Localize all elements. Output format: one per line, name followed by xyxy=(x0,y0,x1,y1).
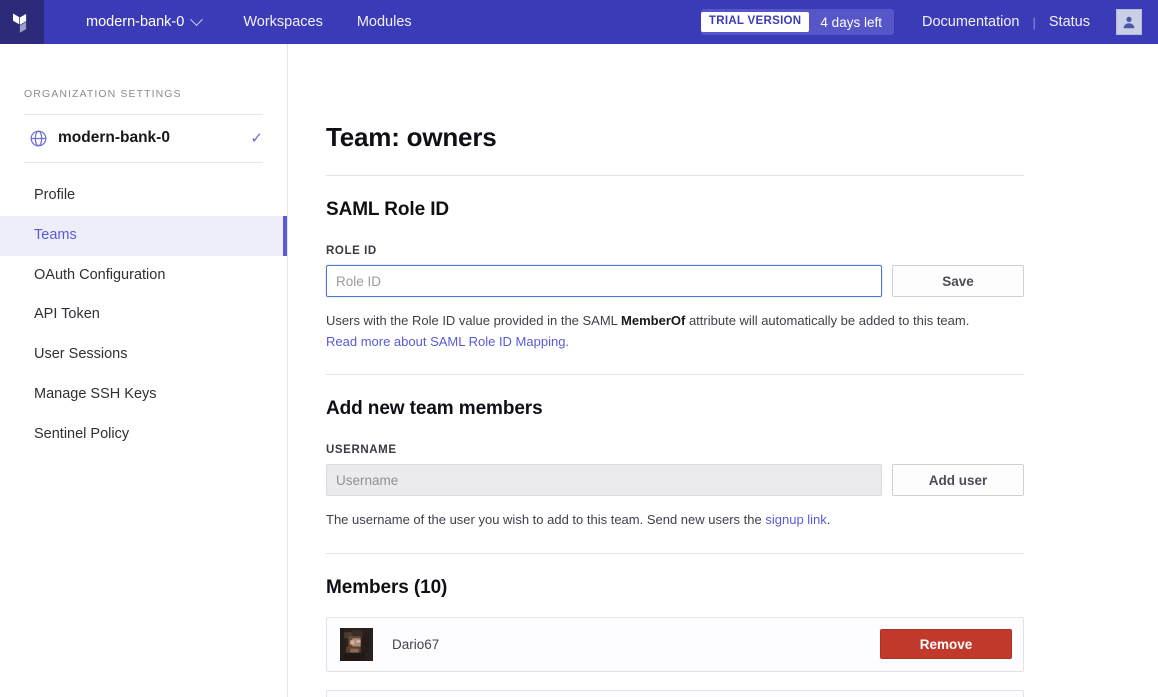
username-label: USERNAME xyxy=(326,444,397,457)
add-user-button[interactable]: Add user xyxy=(892,464,1024,497)
sidebar-org-row[interactable]: modern-bank-0 ✓ xyxy=(0,115,287,162)
title-divider xyxy=(326,175,1024,176)
avatar xyxy=(340,627,373,661)
globe-icon xyxy=(30,130,47,146)
nav-link-modules[interactable]: Modules xyxy=(357,14,412,30)
main-content: Team: owners SAML Role ID ROLE ID Save U… xyxy=(288,44,1158,697)
sidebar-org-name: modern-bank-0 xyxy=(58,129,170,146)
add-members-help-part2: . xyxy=(826,512,831,528)
user-person-icon xyxy=(1123,16,1135,29)
sidebar-nav-list: Profile Teams OAuth Configuration API To… xyxy=(0,163,287,454)
terraform-logo-icon[interactable] xyxy=(0,0,44,44)
check-icon: ✓ xyxy=(250,129,263,147)
sidebar-item-teams[interactable]: Teams xyxy=(0,215,287,256)
org-switcher-dropdown[interactable]: modern-bank-0 xyxy=(86,12,204,30)
remove-member-button[interactable]: Remove xyxy=(880,629,1012,660)
role-id-label: ROLE ID xyxy=(326,245,377,257)
sidebar-item-sentinel-policy[interactable]: Sentinel Policy xyxy=(0,415,287,455)
nav-link-workspaces[interactable]: Workspaces xyxy=(243,14,323,30)
saml-section-title: SAML Role ID xyxy=(326,199,450,220)
saml-help-text: Users with the Role ID value provided in… xyxy=(326,311,1024,352)
org-switcher-label: modern-bank-0 xyxy=(86,14,185,30)
page-title: Team: owners xyxy=(326,122,497,152)
sidebar-item-api-token[interactable]: API Token xyxy=(0,295,287,335)
role-id-input[interactable] xyxy=(326,265,882,297)
trial-status-pill[interactable]: TRIAL VERSION 4 days left xyxy=(700,9,894,35)
sidebar-heading: ORGANIZATION SETTINGS xyxy=(24,88,182,100)
nav-right-cluster: TRIAL VERSION 4 days left Documentation … xyxy=(700,0,1158,44)
trial-version-badge: TRIAL VERSION xyxy=(700,12,810,32)
save-button[interactable]: Save xyxy=(892,265,1024,297)
username-input[interactable] xyxy=(326,464,882,497)
chevron-down-icon xyxy=(190,12,204,26)
add-members-help-text: The username of the user you wish to add… xyxy=(326,510,1024,531)
saml-help-part2: attribute will automatically be added to… xyxy=(685,313,970,328)
members-heading: Members (10) xyxy=(326,576,448,598)
add-members-help-part1: The username of the user you wish to add… xyxy=(326,512,766,528)
nav-link-status[interactable]: Status xyxy=(1049,14,1090,30)
table-row: Dario67 Remove xyxy=(326,616,1024,672)
sidebar-item-manage-ssh-keys[interactable]: Manage SSH Keys xyxy=(0,375,287,415)
sidebar-item-oauth-configuration[interactable]: OAuth Configuration xyxy=(0,256,287,296)
saml-section-divider xyxy=(326,374,1024,376)
username-input-row: Add user xyxy=(326,464,1024,497)
nav-link-documentation[interactable]: Documentation xyxy=(922,14,1020,30)
user-avatar-button[interactable] xyxy=(1116,9,1142,35)
sidebar-item-user-sessions[interactable]: User Sessions xyxy=(0,335,287,375)
sidebar-item-profile[interactable]: Profile xyxy=(0,176,287,216)
add-members-section-title: Add new team members xyxy=(326,398,543,420)
primary-nav-links: Workspaces Modules xyxy=(243,14,411,30)
nav-divider: | xyxy=(1032,14,1036,30)
top-navigation-bar: modern-bank-0 Workspaces Modules TRIAL V… xyxy=(0,0,1158,44)
trial-days-left-label: 4 days left xyxy=(820,14,882,30)
settings-sidebar: ORGANIZATION SETTINGS modern-bank-0 ✓ Pr… xyxy=(0,44,288,697)
role-id-input-row: Save xyxy=(326,265,1024,297)
terraform-logo-glyph xyxy=(12,13,26,33)
saml-role-id-mapping-link[interactable]: Read more about SAML Role ID Mapping. xyxy=(326,334,569,349)
table-row: Remove xyxy=(326,689,1024,697)
saml-help-bold: MemberOf xyxy=(621,313,686,328)
add-members-section-divider xyxy=(326,552,1024,554)
member-username: Dario67 xyxy=(392,636,440,652)
signup-link[interactable]: signup link xyxy=(765,512,826,527)
page-body: ORGANIZATION SETTINGS modern-bank-0 ✓ Pr… xyxy=(0,44,1158,697)
saml-help-part1: Users with the Role ID value provided in… xyxy=(326,313,622,328)
